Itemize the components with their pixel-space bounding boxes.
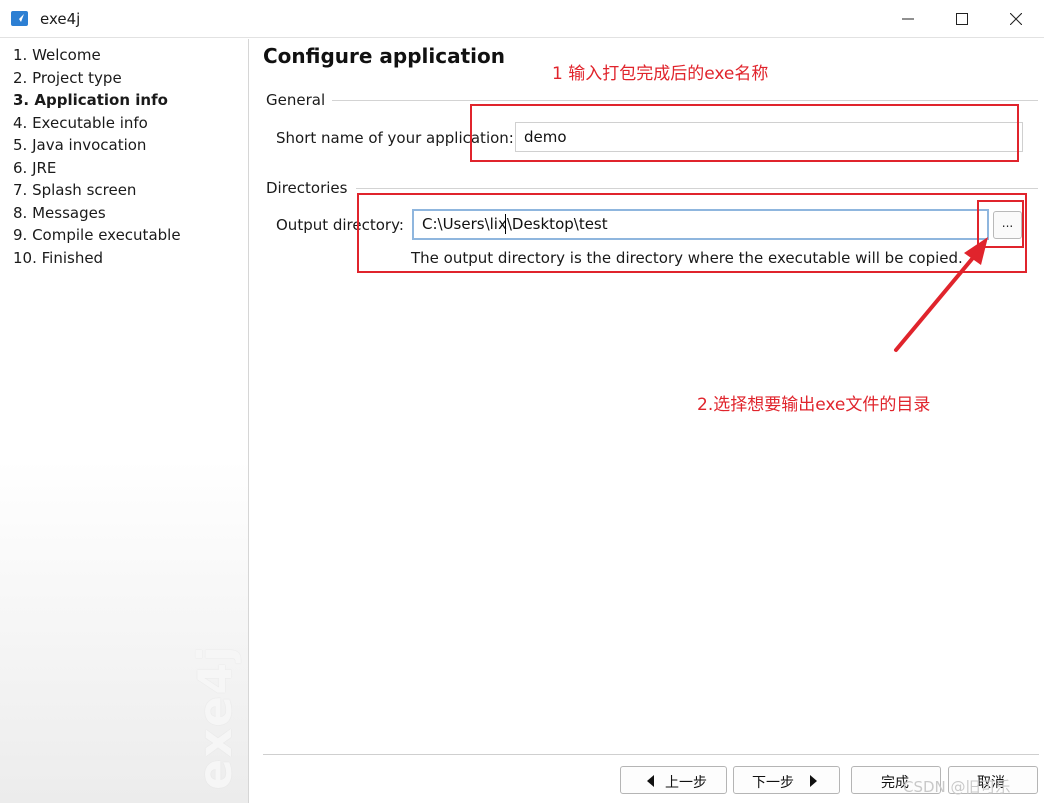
triangle-left-icon (647, 775, 654, 787)
annotation-box-short-name (470, 104, 1019, 162)
back-button-label: 上一步 (665, 775, 707, 791)
annotation-note-2: 2.选择想要输出exe文件的目录 (697, 395, 931, 415)
minimize-icon (902, 18, 914, 20)
minimize-button[interactable] (882, 0, 934, 38)
window-title: exe4j (40, 10, 81, 28)
title-bar: exe4j (0, 0, 1044, 38)
step-welcome[interactable]: 1. Welcome (13, 46, 101, 64)
annotation-arrow-icon (894, 237, 988, 352)
exe4j-window: exe4j 1. Welcome 2. Project type 3. Appl… (0, 0, 1044, 803)
next-button-label: 下一步 (752, 775, 794, 791)
general-divider (332, 100, 1038, 101)
close-icon (1010, 13, 1022, 25)
close-button[interactable] (990, 0, 1042, 38)
exe4j-app-icon (11, 11, 28, 26)
step-splash-screen[interactable]: 7. Splash screen (13, 181, 136, 199)
back-button[interactable]: 上一步 (620, 766, 727, 794)
step-java-invocation[interactable]: 5. Java invocation (13, 136, 146, 154)
step-messages[interactable]: 8. Messages (13, 204, 106, 222)
general-section-label: General (266, 91, 326, 109)
footer-divider (263, 754, 1039, 755)
step-compile-executable[interactable]: 9. Compile executable (13, 226, 181, 244)
step-finished[interactable]: 10. Finished (13, 249, 103, 267)
step-executable-info[interactable]: 4. Executable info (13, 114, 148, 132)
csdn-watermark: CSDN @旧可乐 (903, 778, 1011, 796)
maximize-button[interactable] (936, 0, 988, 38)
step-jre[interactable]: 6. JRE (13, 159, 56, 177)
maximize-icon (956, 13, 968, 25)
directories-divider (356, 188, 1038, 189)
triangle-right-icon (810, 775, 817, 787)
directories-section-label: Directories (266, 179, 348, 197)
step-project-type[interactable]: 2. Project type (13, 69, 122, 87)
step-application-info[interactable]: 3. Application info (13, 91, 168, 109)
page-title: Configure application (263, 44, 506, 68)
annotation-note-1: 1 输入打包完成后的exe名称 (552, 64, 769, 84)
exe4j-watermark-logo: exe4j (188, 645, 242, 790)
next-button[interactable]: 下一步 (733, 766, 840, 794)
